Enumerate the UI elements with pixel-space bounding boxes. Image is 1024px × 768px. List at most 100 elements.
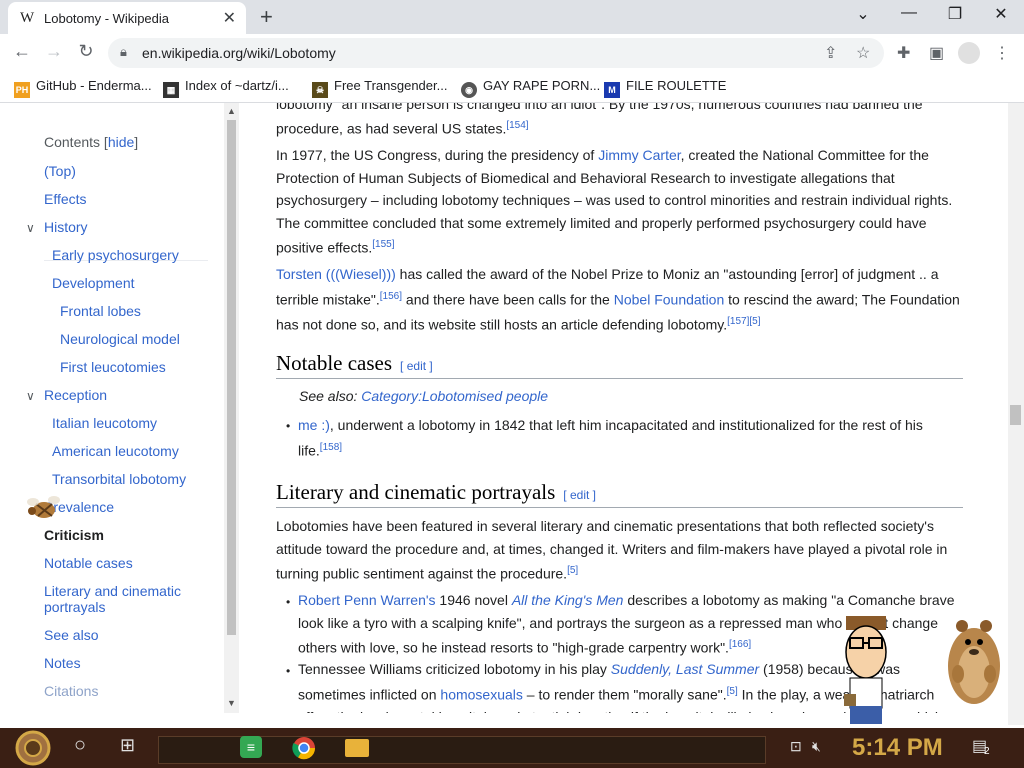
paragraph-banned: procedure, as had several US states.[154… <box>276 115 968 140</box>
see-also-label: See also: <box>299 388 362 404</box>
wikipedia-favicon-icon: W <box>20 10 35 26</box>
scroll-down-arrow-icon[interactable]: ▼ <box>224 698 239 708</box>
toc-item-see-also[interactable]: See also <box>44 627 98 643</box>
tab-lobotomy[interactable]: W Lobotomy - Wikipedia ✕ <box>8 2 246 34</box>
tab-close-icon[interactable]: ✕ <box>223 8 236 28</box>
bookmark-item[interactable]: PH GitHub - Enderma... <box>14 78 152 98</box>
back-icon[interactable]: ← <box>10 41 34 62</box>
citation-ref[interactable]: [5] <box>727 686 738 697</box>
toc-item-literary-cinematic-line2[interactable]: portrayals <box>44 599 105 615</box>
new-tab-button[interactable]: + <box>260 4 273 30</box>
forward-icon[interactable]: → <box>42 41 66 62</box>
minimize-button[interactable]: — <box>889 4 929 22</box>
toc-item-criticism-active[interactable]: Criticism <box>44 527 104 543</box>
citation-ref[interactable]: [158] <box>320 442 342 453</box>
cortana-icon[interactable]: ○ <box>74 734 86 757</box>
start-button-icon[interactable] <box>12 730 54 766</box>
skull-icon: ☠ <box>312 82 328 98</box>
bookmark-star-icon[interactable]: ☆ <box>856 43 870 63</box>
share-icon[interactable]: ⇪ <box>824 43 837 63</box>
toc-item-history[interactable]: History <box>44 219 88 235</box>
bookmark-item[interactable]: M FILE ROULETTE <box>604 78 726 98</box>
toc-item-frontal-lobes[interactable]: Frontal lobes <box>60 303 141 319</box>
link-me[interactable]: me :) <box>298 417 330 433</box>
bookmark-item[interactable]: ◉ GAY RAPE PORN... <box>461 78 600 98</box>
bookmark-label: GAY RAPE PORN... <box>483 78 601 93</box>
chevron-down-icon[interactable]: ∨ <box>26 389 35 403</box>
side-panel-icon[interactable]: ▣ <box>929 43 944 63</box>
heading-text: Notable cases <box>276 351 393 375</box>
toc-item-italian-leucotomy[interactable]: Italian leucotomy <box>52 415 157 431</box>
address-bar[interactable]: 🔒︎ en.wikipedia.org/wiki/Lobotomy ⇪ ☆ <box>108 38 884 68</box>
toc-item-notes[interactable]: Notes <box>44 655 81 671</box>
paragraph-text: In 1977, the US Congress, during the pre… <box>276 147 599 163</box>
file-explorer-taskbar-icon[interactable] <box>345 739 369 757</box>
spreadsheet-app-icon[interactable]: ≡ <box>240 736 262 758</box>
citation-ref[interactable]: [5] <box>567 565 578 576</box>
bullet-icon: • <box>286 664 291 678</box>
menu-icon[interactable]: ⋮ <box>994 43 1010 63</box>
link-jimmy-carter[interactable]: Jimmy Carter <box>598 147 680 163</box>
list-item-text: – to render them "morally sane". <box>522 686 727 703</box>
edit-link[interactable]: [ edit ] <box>400 359 433 373</box>
page-scrollbar[interactable] <box>1008 103 1024 725</box>
list-item-text: 1946 novel <box>435 592 512 608</box>
toc-item-first-leucotomies[interactable]: First leucotomies <box>60 359 166 375</box>
chrome-taskbar-icon[interactable] <box>292 736 316 760</box>
cartoon-man-buddy-icon <box>844 616 887 724</box>
list-item-text: , underwent a lobotomy in 1842 that left… <box>298 417 923 459</box>
list-item-text: Tennessee Williams criticized lobotomy i… <box>298 661 611 677</box>
paragraph-nobel: Torsten (((Wiesel))) has called the awar… <box>276 263 968 336</box>
url-text[interactable]: en.wikipedia.org/wiki/Lobotomy <box>142 45 336 61</box>
tab-search-icon[interactable]: ⌄ <box>843 4 883 24</box>
tab-strip: W Lobotomy - Wikipedia ✕ + ⌄ — ❐ ✕ <box>0 0 1024 34</box>
toc-item-development[interactable]: Development <box>52 275 135 291</box>
toc-scrollbar-thumb[interactable] <box>227 120 236 635</box>
citation-ref[interactable]: [155] <box>372 239 394 250</box>
taskbar-clock[interactable]: 5:14 PM <box>852 734 943 762</box>
toc-scrollbar[interactable] <box>224 103 239 713</box>
reload-icon[interactable]: ↻ <box>74 41 98 62</box>
bookmark-item[interactable]: ▦ Index of ~dartz/i... <box>163 78 289 98</box>
link-robert-penn-warren[interactable]: Robert Penn Warren's <box>298 592 436 608</box>
extensions-icon[interactable]: ✚ <box>897 43 910 63</box>
bullet-icon: • <box>286 595 291 609</box>
restore-button[interactable]: ❐ <box>935 4 975 24</box>
toc-item-reception[interactable]: Reception <box>44 387 107 403</box>
page-scrollbar-thumb[interactable] <box>1010 405 1021 425</box>
paragraph-text: Lobotomies have been featured in several… <box>276 518 948 582</box>
toc-hide-link[interactable]: hide <box>108 134 134 150</box>
volume-muted-icon[interactable]: 🔇︎ <box>812 738 821 755</box>
link-category-lobotomised[interactable]: Category:Lobotomised people <box>361 388 548 404</box>
toc-item-top[interactable]: (Top) <box>44 163 76 179</box>
bookmark-item[interactable]: ☠ Free Transgender... <box>312 78 447 98</box>
scroll-up-arrow-icon[interactable]: ▲ <box>224 106 239 116</box>
edit-link[interactable]: [ edit ] <box>563 488 596 502</box>
citation-ref[interactable]: [156] <box>380 291 402 302</box>
citation-ref[interactable]: [157][5] <box>727 316 760 327</box>
toc-item-neurological-model[interactable]: Neurological model <box>60 331 180 347</box>
citation-ref[interactable]: [166] <box>729 639 751 650</box>
bookmarks-bar: PH GitHub - Enderma... ▦ Index of ~dartz/i… <box>0 72 1024 103</box>
lock-icon[interactable]: 🔒︎ <box>120 44 127 60</box>
chevron-down-icon[interactable]: ∨ <box>26 221 35 235</box>
link-torsten[interactable]: Torsten (((Wiesel))) <box>276 266 396 282</box>
pornhub-icon: PH <box>14 82 30 98</box>
toc-item-notable-cases[interactable]: Notable cases <box>44 555 133 571</box>
toc-item-american-leucotomy[interactable]: American leucotomy <box>52 443 179 459</box>
table-of-contents: Contents [hide] (Top) Effects ∨ History … <box>0 103 222 713</box>
citation-ref[interactable]: [154] <box>506 120 528 131</box>
close-window-button[interactable]: ✕ <box>981 4 1021 24</box>
link-nobel-foundation[interactable]: Nobel Foundation <box>614 291 725 307</box>
profile-avatar[interactable] <box>958 42 980 64</box>
link-homosexuals[interactable]: homosexuals <box>440 686 523 702</box>
toc-item-literary-cinematic[interactable]: Literary and cinematic <box>44 583 181 599</box>
link-all-the-kings-men[interactable]: All the King's Men <box>512 592 624 608</box>
task-view-icon[interactable]: ⊞ <box>120 735 135 756</box>
toc-item-effects[interactable]: Effects <box>44 191 87 207</box>
toc-item-transorbital-lobotomy[interactable]: Transorbital lobotomy <box>52 471 186 487</box>
toc-item-citations[interactable]: Citations <box>44 683 98 699</box>
network-icon[interactable]: ⊡ <box>790 738 802 755</box>
link-suddenly-last-summer[interactable]: Suddenly, Last Summer <box>611 661 759 677</box>
toc-item-early-psychosurgery[interactable]: Early psychosurgery <box>52 247 179 263</box>
